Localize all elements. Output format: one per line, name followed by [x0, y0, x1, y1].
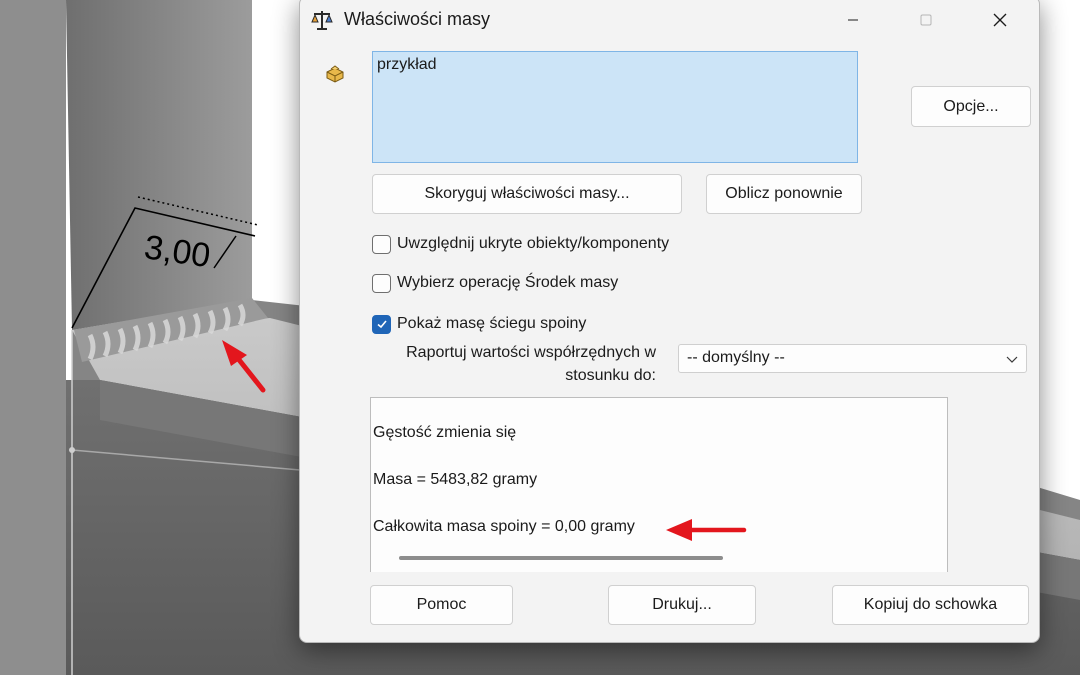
include-hidden-label[interactable]: Uwzględnij ukryte obiekty/komponenty — [397, 235, 669, 253]
maximize-button[interactable] — [903, 1, 949, 39]
density-line: Gęstość zmienia się — [373, 424, 517, 441]
maximize-icon — [920, 14, 932, 26]
minimize-icon — [848, 19, 858, 21]
minimize-button[interactable] — [830, 1, 876, 39]
copy-to-clipboard-button[interactable]: Kopiuj do schowka — [832, 585, 1029, 625]
weld-bead-mass-label[interactable]: Pokaż masę ściegu spoiny — [397, 315, 586, 333]
selected-item[interactable]: przykład — [377, 56, 437, 74]
include-hidden-checkbox-row[interactable]: Uwzględnij ukryte obiekty/komponenty — [372, 232, 669, 256]
options-button[interactable]: Opcje... — [911, 86, 1031, 127]
mass-properties-dialog: Właściwości masy przykład Opcje... Skory… — [299, 0, 1040, 643]
horizontal-scrollbar-thumb[interactable] — [399, 556, 723, 560]
center-of-mass-label[interactable]: Wybierz operację Środek masy — [397, 274, 618, 292]
scale-icon — [311, 11, 333, 30]
part-icon — [326, 65, 344, 83]
weld-bead-mass-checkbox[interactable] — [372, 314, 391, 334]
center-of-mass-checkbox-row[interactable]: Wybierz operację Środek masy — [372, 271, 618, 295]
chevron-down-icon — [1006, 356, 1018, 363]
include-hidden-checkbox[interactable] — [372, 234, 391, 254]
center-of-mass-checkbox[interactable] — [372, 273, 391, 293]
weld-mass-line: Całkowita masa spoiny = 0,00 gramy — [373, 518, 635, 535]
close-button[interactable] — [977, 1, 1023, 39]
help-button[interactable]: Pomoc — [370, 585, 513, 625]
coordinate-system-value: -- domyślny -- — [687, 349, 785, 366]
report-coordinates-label: Raportuj wartości współrzędnych w stosun… — [360, 341, 656, 387]
report-label-line2: stosunku do: — [565, 367, 656, 384]
weld-bead-mass-checkbox-row[interactable]: Pokaż masę ściegu spoiny — [372, 312, 586, 336]
report-label-line1: Raportuj wartości współrzędnych w — [406, 344, 656, 361]
coordinate-system-dropdown[interactable]: -- domyślny -- — [678, 344, 1027, 373]
title-bar[interactable]: Właściwości masy — [300, 0, 1039, 41]
close-icon — [993, 13, 1007, 27]
print-button[interactable]: Drukuj... — [608, 585, 756, 625]
recalculate-button[interactable]: Oblicz ponownie — [706, 174, 862, 214]
results-textbox[interactable]: Gęstość zmienia się Masa = 5483,82 gramy… — [370, 397, 948, 572]
selected-items-list[interactable]: przykład — [372, 51, 858, 163]
dialog-title: Właściwości masy — [344, 9, 491, 29]
mass-line: Masa = 5483,82 gramy — [373, 471, 538, 488]
override-mass-button[interactable]: Skoryguj właściwości masy... — [372, 174, 682, 214]
checkmark-icon — [376, 320, 387, 329]
